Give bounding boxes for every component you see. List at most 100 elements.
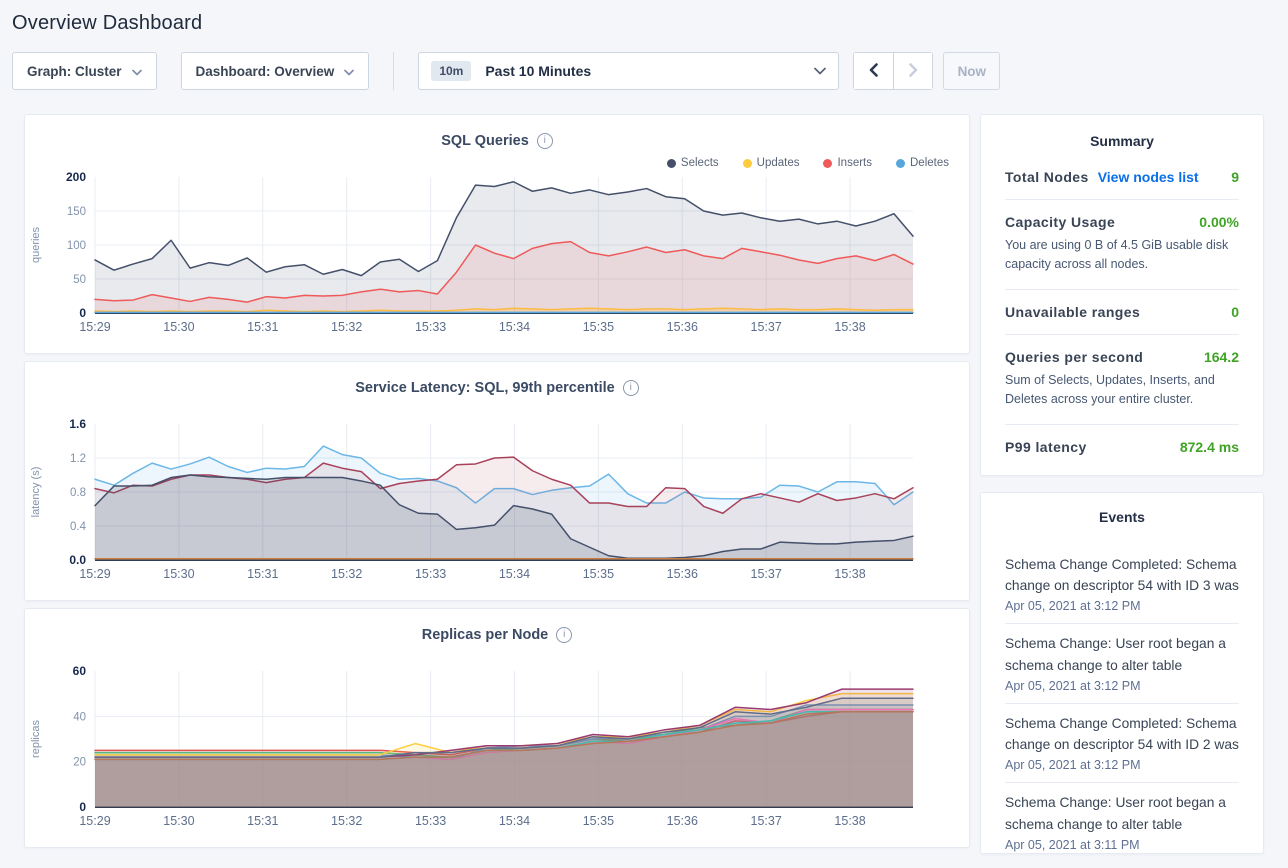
summary-row-label: Total Nodes [1005,169,1089,185]
replicas-per-node-chart[interactable]: 15:2915:3015:3115:3215:3315:3415:3515:36… [25,665,971,845]
summary-row-label: P99 latency [1005,439,1087,455]
summary-row-value: 0.00% [1199,214,1239,230]
event-timestamp: Apr 05, 2021 at 3:12 PM [1005,758,1239,772]
event-message: Schema Change Completed: Schema change o… [1005,554,1239,598]
legend-item-updates[interactable]: Updates [743,157,800,169]
svg-text:1.6: 1.6 [69,418,86,431]
svg-text:15:31: 15:31 [247,814,278,828]
svg-text:60: 60 [73,665,87,678]
view-nodes-list-link[interactable]: View nodes list [1098,169,1199,185]
svg-text:15:37: 15:37 [751,567,782,581]
sql-queries-chart[interactable]: 15:2915:3015:3115:3215:3315:3415:3515:36… [25,171,971,351]
chart-legend: Selects Updates Inserts Deletes [667,157,949,169]
svg-text:15:35: 15:35 [583,320,614,334]
svg-text:50: 50 [73,274,86,286]
summary-row: Capacity Usage0.00%You are using 0 B of … [1005,214,1239,275]
svg-text:200: 200 [66,171,86,184]
info-icon[interactable]: i [623,380,639,396]
summary-row: Queries per second164.2Sum of Selects, U… [1005,349,1239,410]
svg-text:15:34: 15:34 [499,320,530,334]
graph-selector-dropdown[interactable]: Graph: Cluster [12,52,157,90]
legend-label: Deletes [910,157,949,169]
svg-text:15:38: 15:38 [834,320,865,334]
event-message: Schema Change Completed: Schema change o… [1005,713,1239,757]
time-pager [853,52,933,90]
svg-text:15:33: 15:33 [415,567,446,581]
events-list: Schema Change Completed: Schema change o… [1005,545,1239,855]
event-item: Schema Change Completed: Schema change o… [1005,545,1239,624]
divider [1005,424,1239,425]
svg-text:1.2: 1.2 [70,453,86,465]
event-item: Schema Change: User root began a schema … [1005,624,1239,703]
svg-text:150: 150 [67,206,86,218]
svg-text:0.8: 0.8 [70,487,86,499]
event-message: Schema Change: User root began a schema … [1005,633,1239,677]
svg-text:20: 20 [73,757,86,769]
svg-text:queries: queries [30,226,42,263]
info-icon[interactable]: i [556,627,572,643]
main-content: SQL Queries i SelectsUpdatesInsertsDelet… [12,114,1276,854]
chart-card-sql-queries: SQL Queries i SelectsUpdatesInsertsDelet… [24,114,970,354]
svg-text:15:32: 15:32 [331,567,362,581]
svg-text:15:37: 15:37 [751,320,782,334]
svg-text:15:33: 15:33 [415,814,446,828]
summary-row: Total NodesView nodes list9 [1005,169,1239,185]
time-next-button[interactable] [893,53,932,89]
svg-text:15:31: 15:31 [247,567,278,581]
svg-text:15:29: 15:29 [79,320,110,334]
time-range-selector[interactable]: 10m Past 10 Minutes [418,52,839,90]
svg-text:15:37: 15:37 [751,814,782,828]
info-icon[interactable]: i [537,133,553,149]
svg-text:15:36: 15:36 [667,567,698,581]
svg-text:latency (s): latency (s) [30,467,42,518]
time-range-badge: 10m [431,61,471,81]
svg-text:15:34: 15:34 [499,814,530,828]
chevron-down-icon [344,64,354,79]
chevron-left-icon [869,63,878,80]
svg-text:replicas: replicas [30,720,42,758]
overview-dashboard-page: Overview Dashboard Graph: Cluster Dashbo… [0,0,1288,854]
legend-label: Updates [757,157,800,169]
svg-text:100: 100 [67,240,86,252]
svg-text:15:30: 15:30 [163,814,194,828]
charts-column: SQL Queries i SelectsUpdatesInsertsDelet… [24,114,970,854]
legend-dot [823,159,832,168]
chart-card-service-latency: Service Latency: SQL, 99th percentile i … [24,361,970,601]
svg-text:15:32: 15:32 [331,320,362,334]
right-column: Summary Total NodesView nodes list9Capac… [980,114,1264,854]
event-message: Schema Change: User root began a schema … [1005,792,1239,836]
summary-row: Unavailable ranges0 [1005,304,1239,320]
svg-text:15:33: 15:33 [415,320,446,334]
toolbar-divider [393,52,394,90]
summary-row-value: 164.2 [1204,349,1239,365]
events-panel: Events Schema Change Completed: Schema c… [980,492,1264,855]
svg-text:15:31: 15:31 [247,320,278,334]
time-prev-button[interactable] [854,53,893,89]
legend-item-deletes[interactable]: Deletes [896,157,949,169]
service-latency-chart[interactable]: 15:2915:3015:3115:3215:3315:3415:3515:36… [25,418,971,598]
dashboard-selector-dropdown[interactable]: Dashboard: Overview [181,52,370,90]
chevron-down-icon [132,64,142,79]
legend-item-inserts[interactable]: Inserts [823,157,872,169]
chart-card-replicas-per-node: Replicas per Node i 15:2915:3015:3115:32… [24,608,970,848]
now-button[interactable]: Now [943,52,1000,90]
svg-text:15:36: 15:36 [667,320,698,334]
svg-text:15:35: 15:35 [583,567,614,581]
summary-row-label: Queries per second [1005,349,1143,365]
svg-text:0: 0 [79,306,86,320]
summary-rows: Total NodesView nodes list9Capacity Usag… [1005,169,1239,455]
page-title: Overview Dashboard [12,12,1276,35]
legend-dot [743,159,752,168]
summary-panel: Summary Total NodesView nodes list9Capac… [980,114,1264,476]
legend-item-selects[interactable]: Selects [667,157,719,169]
graph-selector-label: Graph: Cluster [27,64,122,79]
svg-text:15:29: 15:29 [79,567,110,581]
svg-text:15:35: 15:35 [583,814,614,828]
svg-text:0: 0 [79,800,86,814]
chart-title: Replicas per Node [422,627,549,643]
summary-row-label: Capacity Usage [1005,214,1115,230]
svg-text:0.4: 0.4 [70,521,87,533]
svg-text:15:38: 15:38 [834,567,865,581]
summary-row: P99 latency872.4 ms [1005,439,1239,455]
legend-label: Inserts [837,157,872,169]
